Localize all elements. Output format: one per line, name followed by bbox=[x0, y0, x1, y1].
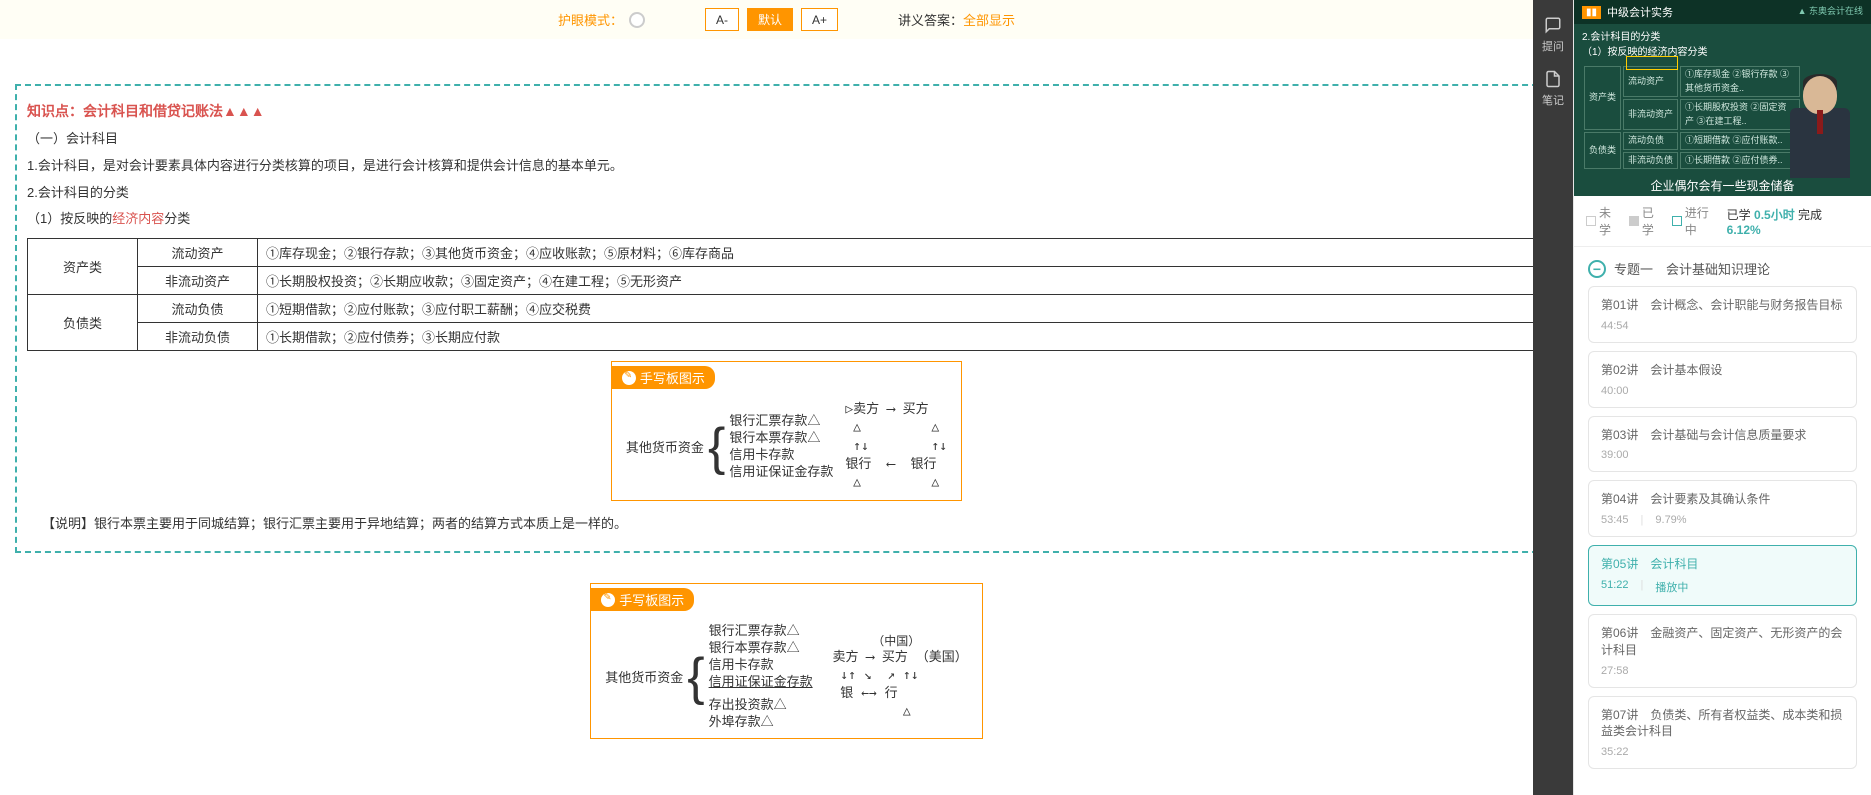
video-course-title: 中级会计实务 bbox=[1607, 4, 1673, 20]
hw-label: 其他货币资金 bbox=[605, 667, 683, 686]
section-title: 专题一 会计基础知识理论 bbox=[1614, 259, 1770, 278]
checkbox-active-icon bbox=[1672, 216, 1682, 226]
lecturer-figure bbox=[1775, 63, 1865, 178]
hw-label: 其他货币资金 bbox=[626, 437, 704, 456]
answer-display-mode[interactable]: 讲义答案：全部显示 bbox=[898, 10, 1015, 29]
lesson-item[interactable]: 第04讲 会计要素及其确认条件 53:45|9.79% bbox=[1588, 480, 1857, 537]
right-sidebar: ▮▮ 中级会计实务 ▲ 东奥会计在线 2.会计科目的分类 （1）按反映的经济内容… bbox=[1573, 0, 1871, 795]
table-cell: 非流动资产 bbox=[138, 267, 258, 295]
table-cell: ①短期借款；②应付账款；③应付职工薪酬；④应交税费 bbox=[258, 295, 1546, 323]
handwrite-header: 手写板图示 bbox=[612, 366, 715, 389]
lesson-item[interactable]: 第02讲 会计基本假设 40:00 bbox=[1588, 351, 1857, 408]
font-default-button[interactable]: 默认 bbox=[747, 8, 793, 31]
progress-legend: 未学 已学 进行中 已学 0.5小时 完成 6.12% bbox=[1574, 196, 1871, 247]
take-notes-button[interactable]: 笔记 bbox=[1542, 62, 1564, 116]
knowledge-point-title: 知识点：会计科目和借贷记账法▲▲▲ bbox=[27, 101, 1546, 121]
video-badge-icon: ▮▮ bbox=[1582, 6, 1601, 19]
lecture-content-box: 知识点：会计科目和借贷记账法▲▲▲ （一）会计科目 1.会计科目，是对会计要素具… bbox=[15, 84, 1558, 553]
font-decrease-button[interactable]: A- bbox=[705, 8, 739, 31]
table-cell: 流动负债 bbox=[138, 295, 258, 323]
chat-icon bbox=[1544, 16, 1562, 34]
lesson-item[interactable]: 第03讲 会计基础与会计信息质量要求 39:00 bbox=[1588, 416, 1857, 473]
ask-question-button[interactable]: 提问 bbox=[1542, 8, 1564, 62]
table-cell: ①长期借款；②应付债券；③长期应付款 bbox=[258, 323, 1546, 351]
vertical-toolbar: 提问 笔记 bbox=[1533, 0, 1573, 795]
table-cell: ①库存现金；②银行存款；③其他货币资金；④应收账款；⑤原材料；⑥库存商品 bbox=[258, 239, 1546, 267]
checkbox-filled-icon bbox=[1629, 216, 1639, 226]
table-cell: 流动资产 bbox=[138, 239, 258, 267]
minus-circle-icon: − bbox=[1588, 260, 1606, 278]
lesson-list[interactable]: 第01讲 会计概念、会计职能与财务报告目标 44:54 第02讲 会计基本假设 … bbox=[1574, 286, 1871, 795]
table-cell: 非流动负债 bbox=[138, 323, 258, 351]
note-icon bbox=[1544, 70, 1562, 88]
lesson-item-active[interactable]: 第05讲 会计科目 51:22|播放中 bbox=[1588, 545, 1857, 606]
brace-icon: { bbox=[687, 647, 704, 707]
font-increase-button[interactable]: A+ bbox=[801, 8, 838, 31]
eye-mode-label: 护眼模式： bbox=[558, 10, 623, 29]
brace-icon: { bbox=[708, 417, 725, 477]
hw-diagram: ▷卖方 ⟶ 买方 △ △ ↑↓ ↑↓ 银行 ⟵ 银行 △ △ bbox=[845, 401, 947, 492]
checkbox-icon bbox=[1586, 216, 1596, 226]
video-subtitle: 企业偶尔会有一些现金储备 bbox=[1574, 177, 1871, 194]
font-size-controls: A- 默认 A+ bbox=[705, 8, 838, 31]
content-text: 1.会计科目，是对会计要素具体内容进行分类核算的项目，是进行会计核算和提供会计信… bbox=[27, 156, 1546, 177]
pencil-icon bbox=[601, 593, 615, 607]
content-text: 2.会计科目的分类 bbox=[27, 183, 1546, 204]
table-cell: 负债类 bbox=[28, 295, 138, 351]
lesson-item[interactable]: 第01讲 会计概念、会计职能与财务报告目标 44:54 bbox=[1588, 286, 1857, 343]
handwrite-panel-1: 手写板图示 其他货币资金 { 银行汇票存款△ 银行本票存款△ 信用卡存款 信用证… bbox=[611, 361, 962, 501]
explanation-note: 【说明】银行本票主要用于同城结算；银行汇票主要用于异地结算；两者的结算方式本质上… bbox=[42, 513, 1546, 532]
progress-summary: 已学 0.5小时 完成 6.12% bbox=[1727, 206, 1859, 237]
table-cell: ①长期股权投资；②长期应收款；③固定资产；④在建工程；⑤无形资产 bbox=[258, 267, 1546, 295]
section-heading: （一）会计科目 bbox=[27, 129, 1546, 150]
lesson-item[interactable]: 第07讲 负债类、所有者权益类、成本类和损益类会计科目 35:22 bbox=[1588, 696, 1857, 770]
hw-diagram: 卖方 ⟶ 买方 （美国） ↓↑ ↘ ↗ ↑↓ 银 ←→ 行 △ bbox=[825, 649, 968, 722]
pencil-icon bbox=[622, 371, 636, 385]
video-player[interactable]: ▮▮ 中级会计实务 ▲ 东奥会计在线 2.会计科目的分类 （1）按反映的经济内容… bbox=[1574, 0, 1871, 196]
lesson-item[interactable]: 第06讲 金融资产、固定资产、无形资产的会计科目 27:58 bbox=[1588, 614, 1857, 688]
brand-logo: ▲ 东奥会计在线 bbox=[1798, 4, 1863, 17]
section-toggle[interactable]: − 专题一 会计基础知识理论 bbox=[1574, 247, 1871, 286]
top-toolbar: 护眼模式： A- 默认 A+ 讲义答案：全部显示 bbox=[0, 0, 1573, 39]
content-text: （1）按反映的经济内容分类 bbox=[27, 209, 1546, 230]
handwrite-header: 手写板图示 bbox=[591, 588, 694, 611]
handwrite-panel-2: 手写板图示 其他货币资金 { 银行汇票存款△ 银行本票存款△ 信用卡存款 信用证… bbox=[590, 583, 983, 739]
video-highlight-box bbox=[1626, 56, 1678, 70]
eye-mode-toggle[interactable] bbox=[629, 12, 645, 28]
classification-table: 资产类 流动资产 ①库存现金；②银行存款；③其他货币资金；④应收账款；⑤原材料；… bbox=[27, 238, 1546, 351]
table-cell: 资产类 bbox=[28, 239, 138, 295]
